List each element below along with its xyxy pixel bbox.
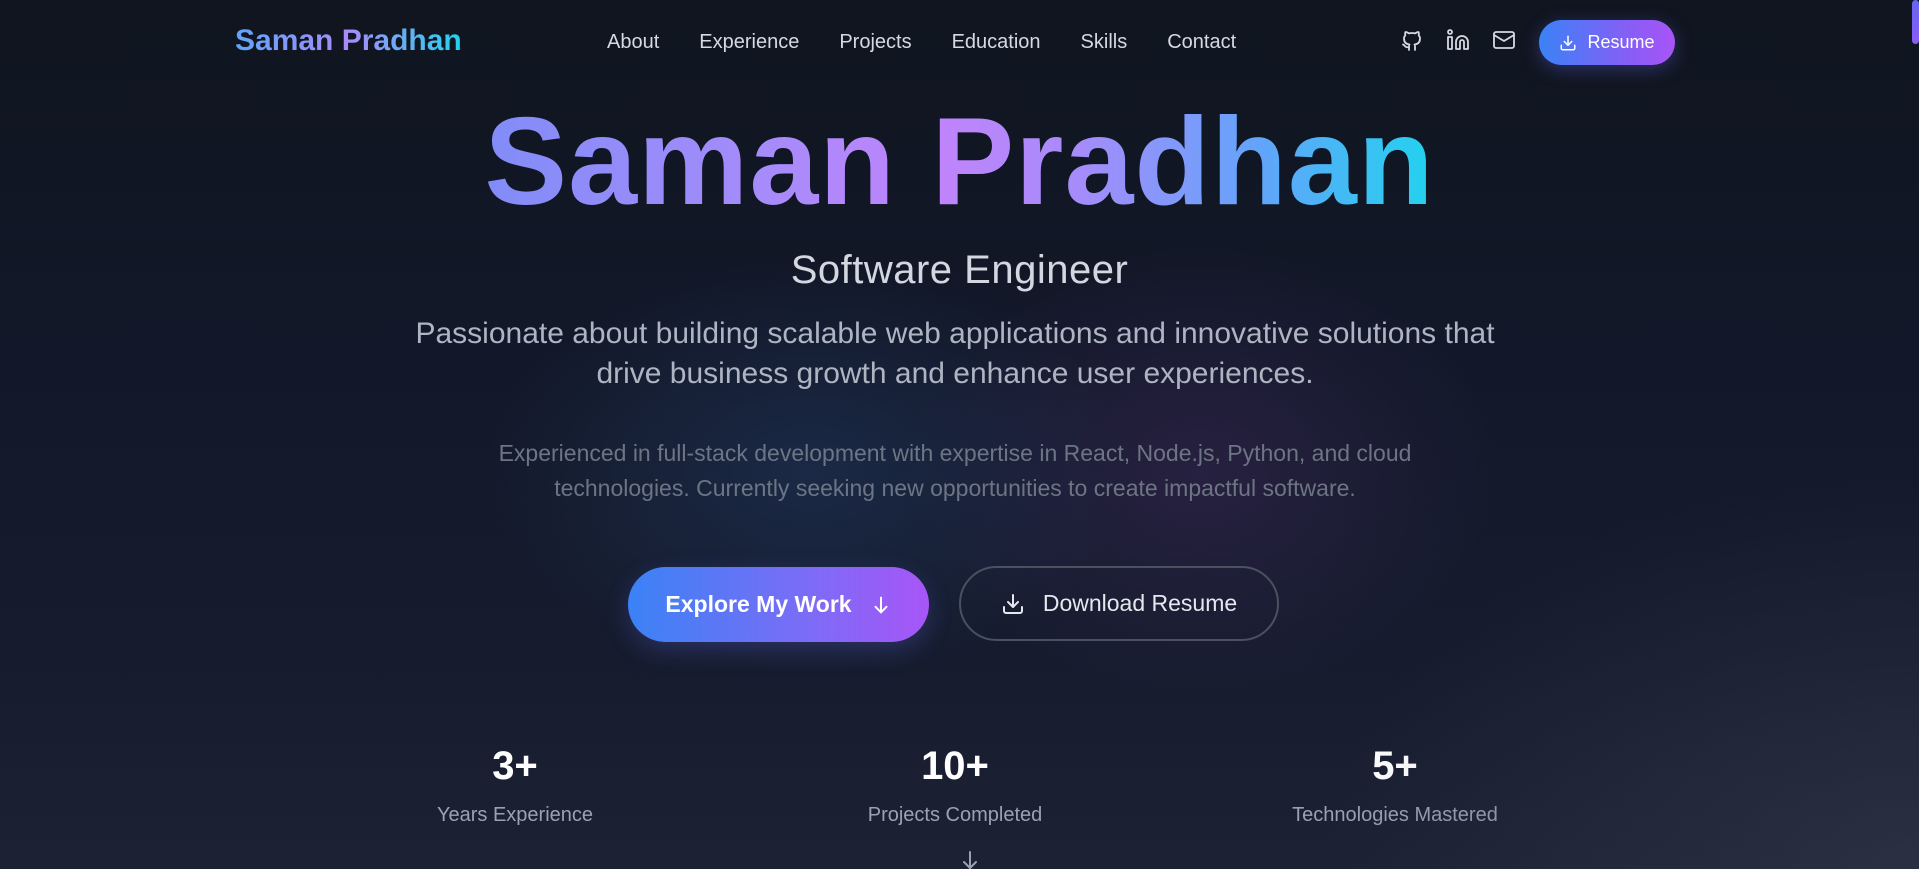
mail-icon[interactable] [1492, 28, 1516, 52]
nav-link-skills[interactable]: Skills [1081, 31, 1128, 54]
nav-link-projects[interactable]: Projects [839, 31, 911, 54]
nav-link-about[interactable]: About [607, 31, 659, 54]
stat-value: 3+ [492, 744, 538, 788]
arrow-down-icon [874, 596, 888, 613]
download-resume-button[interactable]: Download Resume [959, 566, 1279, 641]
nav-link-education[interactable]: Education [952, 31, 1041, 54]
nav-link-contact[interactable]: Contact [1167, 31, 1236, 54]
nav-links: About Experience Projects Education Skil… [607, 31, 1236, 54]
navbar: Saman Pradhan About Experience Projects … [0, 0, 1919, 86]
github-icon[interactable] [1400, 28, 1424, 52]
brand-logo[interactable]: Saman Pradhan [235, 24, 462, 58]
download-resume-label: Download Resume [1042, 590, 1238, 616]
scroll-down-arrow-icon[interactable] [958, 848, 982, 869]
stat-projects-completed: 10+ Projects Completed [805, 742, 1105, 827]
linkedin-icon[interactable] [1446, 28, 1470, 52]
stat-label: Technologies Mastered [1292, 804, 1498, 826]
stat-label: Years Experience [436, 804, 594, 826]
hero-subtitle: Software Engineer [790, 248, 1129, 292]
nav-link-experience[interactable]: Experience [699, 31, 799, 54]
page: Saman Pradhan About Experience Projects … [0, 0, 1919, 869]
hero-title-text: Saman Pradhan [484, 93, 1435, 231]
social-links [1400, 28, 1516, 52]
download-icon [1560, 35, 1576, 50]
stat-value: 10+ [921, 744, 989, 788]
stat-years-experience: 3+ Years Experience [365, 742, 665, 827]
resume-button-label: Resume [1587, 32, 1655, 52]
download-icon [1002, 593, 1023, 614]
resume-button[interactable]: Resume [1539, 20, 1675, 65]
explore-work-button[interactable]: Explore My Work [628, 567, 929, 642]
hero-description: Experienced in full-stack development wi… [498, 440, 1412, 501]
hero-title: Saman Pradhan [0, 92, 1919, 232]
stat-label: Projects Completed [867, 804, 1043, 826]
hero-tagline: Passionate about building scalable web a… [415, 317, 1495, 390]
explore-work-label: Explore My Work [665, 591, 852, 617]
stat-technologies-mastered: 5+ Technologies Mastered [1245, 742, 1545, 827]
stat-value: 5+ [1372, 744, 1418, 788]
